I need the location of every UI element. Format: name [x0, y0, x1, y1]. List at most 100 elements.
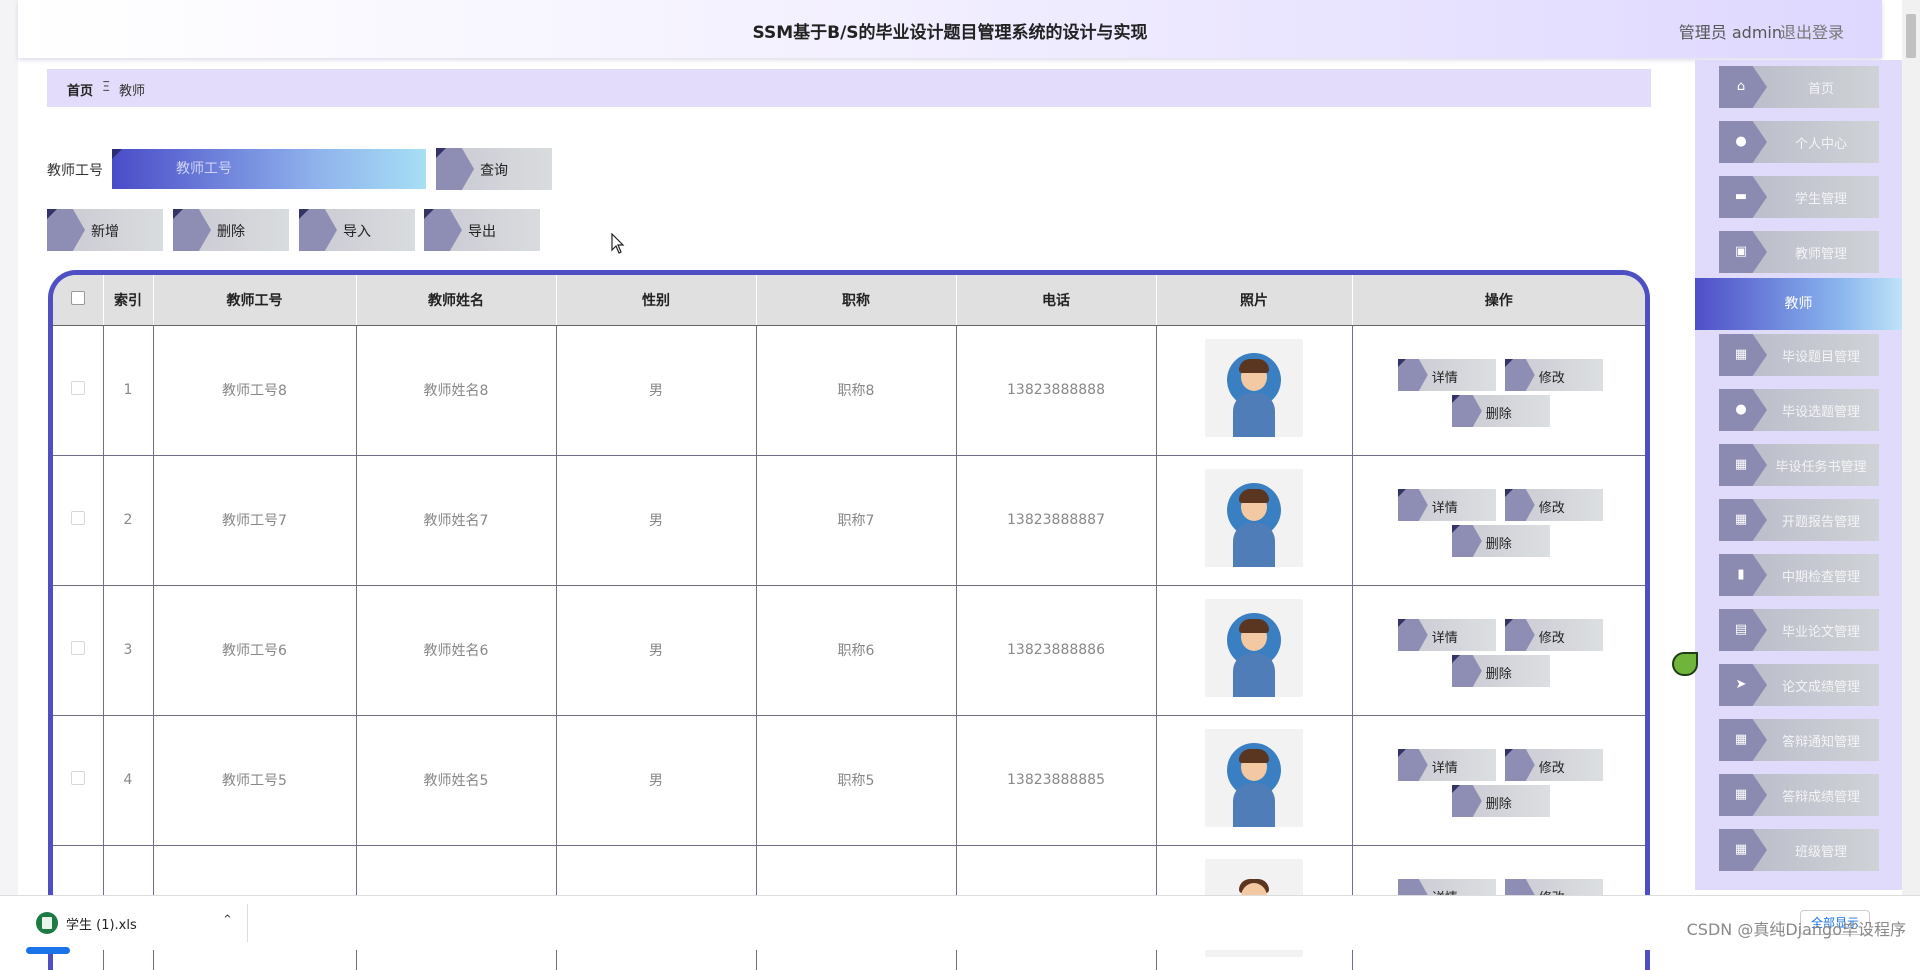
corner-decoration: [1451, 785, 1460, 793]
sidebar-item-after-2[interactable]: ▦ 毕设任务书管理: [1719, 444, 1879, 486]
cell-index: 2: [103, 455, 154, 586]
col-actions: 操作: [1352, 275, 1645, 326]
edit-button[interactable]: 修改: [1504, 619, 1603, 651]
download-bar: 学生 (1).xls ⌃ 全部显示 CSDN @真纯Django毕设程序: [0, 895, 1920, 954]
search-button[interactable]: 查询: [436, 148, 552, 190]
sidebar-item-label: 中期检查管理: [1781, 570, 1860, 585]
row-checkbox[interactable]: [70, 771, 85, 785]
select-all-checkbox[interactable]: [70, 290, 85, 305]
detail-button[interactable]: 详情: [1397, 749, 1496, 781]
search-field-wrap: [112, 149, 426, 189]
teacher-photo[interactable]: [1205, 729, 1303, 827]
chat-bubble-icon[interactable]: [1672, 652, 1698, 676]
download-item[interactable]: 学生 (1).xls ⌃: [26, 904, 248, 954]
row-checkbox[interactable]: [70, 381, 85, 395]
add-button[interactable]: 新增: [47, 209, 163, 251]
cell-title: 职称7: [756, 455, 957, 586]
sidebar-item-label: 毕设题目管理: [1781, 350, 1860, 365]
row-select-cell: [53, 325, 104, 456]
col-index: 索引: [103, 275, 154, 326]
detail-button[interactable]: 详情: [1397, 619, 1496, 651]
cell-teacher-name: 教师姓名7: [356, 455, 557, 586]
logout-link[interactable]: 退出登录: [1780, 19, 1844, 43]
teacher-photo[interactable]: [1205, 339, 1303, 437]
mouse-cursor-icon: [611, 232, 625, 259]
sidebar-item-label: 毕业论文管理: [1781, 625, 1860, 640]
sidebar-item-after-1[interactable]: ● 毕设选题管理: [1719, 389, 1879, 431]
cell-teacher-id: 教师工号6: [153, 585, 357, 716]
teacher-id-search-input[interactable]: [112, 149, 426, 189]
export-button[interactable]: 导出: [424, 209, 540, 251]
row-checkbox[interactable]: [70, 511, 85, 525]
detail-button-label: 详情: [1431, 501, 1458, 516]
corner-decoration: [1504, 489, 1513, 497]
select-all-cell: [53, 275, 104, 326]
breadcrumb: 首页 Ξ 教师: [47, 69, 1651, 107]
detail-button[interactable]: 详情: [1397, 359, 1496, 391]
photo-figure-body: [1233, 783, 1275, 827]
sidebar-item-after-3[interactable]: ▦ 开题报告管理: [1719, 499, 1879, 541]
sidebar-item-teacher-active[interactable]: 教师: [1695, 278, 1902, 330]
table-row: 1 教师工号8 教师姓名8 男职称8 13823888888 详情 修改 删除: [53, 325, 1645, 456]
clipboard-icon: ▣: [1734, 244, 1748, 259]
row-delete-button-label: 删除: [1485, 797, 1512, 812]
sidebar-item-after-9[interactable]: ▦ 班级管理: [1719, 829, 1879, 871]
detail-button[interactable]: 详情: [1397, 489, 1496, 521]
edit-button[interactable]: 修改: [1504, 359, 1603, 391]
edit-button[interactable]: 修改: [1504, 749, 1603, 781]
sidebar-item-label: 开题报告管理: [1781, 515, 1860, 530]
send-icon: ➤: [1735, 677, 1747, 692]
sidebar-item-after-6[interactable]: ➤ 论文成绩管理: [1719, 664, 1879, 706]
teacher-photo[interactable]: [1205, 599, 1303, 697]
sidebar-item-3[interactable]: ▣ 教师管理: [1719, 231, 1879, 273]
row-delete-button[interactable]: 删除: [1451, 395, 1550, 427]
corner-decoration: [299, 209, 309, 219]
delete-button[interactable]: 删除: [173, 209, 289, 251]
sidebar-item-after-4[interactable]: ▮ 中期检查管理: [1719, 554, 1879, 596]
sidebar-item-after-7[interactable]: ▦ 答辩通知管理: [1719, 719, 1879, 761]
edit-button[interactable]: 修改: [1504, 489, 1603, 521]
sidebar-item-after-8[interactable]: ▦ 答辩成绩管理: [1719, 774, 1879, 816]
sidebar: ⌂ 首页 ● 个人中心 ▬ 学生管理 ▣ 教师管理 教师 ▦ 毕设题目管理 ● 毕设选题管理 ▦ 毕设任…: [1695, 60, 1902, 890]
user-icon: ●: [1735, 134, 1747, 149]
download-file-name: 学生 (1).xls: [66, 918, 137, 933]
photo-figure-hair: [1239, 359, 1269, 373]
row-delete-button[interactable]: 删除: [1451, 655, 1550, 687]
chevron-up-icon[interactable]: ⌃: [222, 913, 233, 928]
sidebar-item-0[interactable]: ⌂ 首页: [1719, 66, 1879, 108]
row-delete-button[interactable]: 删除: [1451, 785, 1550, 817]
import-button[interactable]: 导入: [299, 209, 415, 251]
teacher-table: 索引 教师工号 教师姓名 性别 职称 电话 照片 操作 1 教师工号8 教师姓名8 男…: [48, 270, 1650, 970]
sidebar-item-2[interactable]: ▬ 学生管理: [1719, 176, 1879, 218]
table-row: 4 教师工号5 教师姓名5 男职称5 13823888885 详情 修改 删除: [53, 715, 1645, 846]
breadcrumb-home[interactable]: 首页: [67, 80, 93, 99]
cell-photo: [1156, 585, 1353, 716]
corner-decoration: [1397, 359, 1406, 367]
col-teacher-id: 教师工号: [153, 275, 357, 326]
current-user: 管理员 admin: [1678, 23, 1782, 42]
sidebar-item-label: 毕设任务书管理: [1775, 460, 1867, 475]
delete-button-label: 删除: [217, 224, 245, 240]
sidebar-item-after-5[interactable]: ▤ 毕业论文管理: [1719, 609, 1879, 651]
corner-decoration: [1451, 655, 1460, 663]
scrollbar-thumb[interactable]: [1906, 14, 1916, 58]
cell-phone: 13823888885: [956, 715, 1157, 846]
row-checkbox[interactable]: [70, 641, 85, 655]
add-button-label: 新增: [91, 224, 119, 240]
cell-actions: 详情 修改删除: [1352, 585, 1645, 716]
row-delete-button[interactable]: 删除: [1451, 525, 1550, 557]
row-delete-button-label: 删除: [1485, 667, 1512, 682]
teacher-photo[interactable]: [1205, 469, 1303, 567]
download-progress-bar: [26, 947, 70, 954]
top-header: SSM基于B/S的毕业设计题目管理系统的设计与实现 管理员 admin 退出登录: [18, 0, 1882, 58]
sidebar-item-label: 论文成绩管理: [1781, 680, 1860, 695]
sidebar-item-1[interactable]: ● 个人中心: [1719, 121, 1879, 163]
sidebar-item-after-0[interactable]: ▦ 毕设题目管理: [1719, 334, 1879, 376]
cell-title: 职称6: [756, 585, 957, 716]
page-scrollbar[interactable]: [1902, 0, 1920, 950]
corner-decoration: [1451, 395, 1460, 403]
excel-file-icon: [36, 912, 58, 934]
corner-decoration: [1451, 525, 1460, 533]
row-actions: 详情 修改删除: [1389, 475, 1609, 565]
cell-gender: 男: [556, 715, 757, 846]
